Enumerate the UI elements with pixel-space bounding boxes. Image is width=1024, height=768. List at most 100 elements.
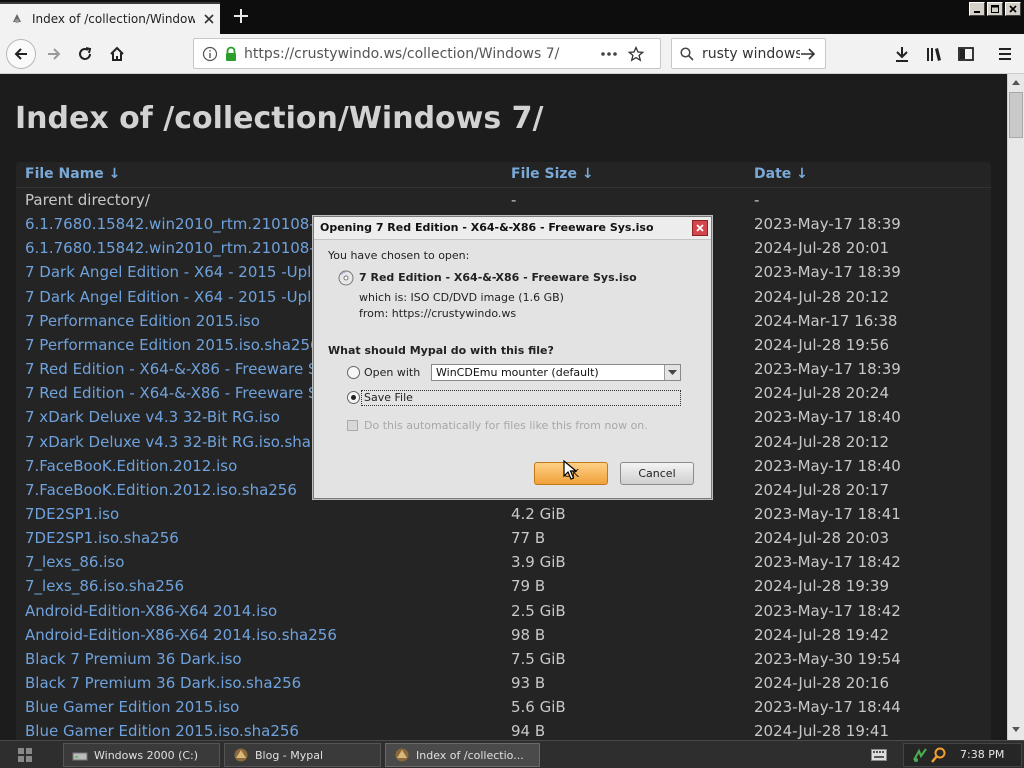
back-button[interactable] [6, 39, 36, 69]
search-bar[interactable]: rusty windows [671, 38, 826, 69]
mypal-browser-icon [394, 747, 410, 763]
file-date-cell: 2024-Jul-28 20:16 [754, 674, 890, 692]
file-size-cell: 5.6 GiB [511, 698, 566, 717]
vertical-scrollbar[interactable] [1007, 74, 1024, 740]
file-date-cell: 2024-Jul-28 20:03 [754, 529, 890, 548]
file-date-cell: 2023-May-17 18:42 [754, 553, 901, 572]
file-link[interactable]: 7DE2SP1.iso.sha256 [25, 529, 505, 547]
new-tab-button[interactable] [232, 7, 250, 25]
file-size-cell: 3.9 GiB [511, 553, 566, 572]
system-tray: 7:38 PM [903, 743, 1022, 767]
file-link[interactable]: Blue Gamer Edition 2015.iso [25, 698, 505, 716]
file-link[interactable]: 7_lexs_86.iso [25, 553, 505, 571]
table-row: Parent directory/- - [16, 189, 991, 213]
file-link[interactable]: Blue Gamer Edition 2015.iso.sha256 [25, 722, 505, 740]
dialog-titlebar[interactable]: Opening 7 Red Edition - X64-&-X86 - Free… [314, 217, 711, 240]
column-header-file-size[interactable]: File Size ↓ [511, 166, 594, 182]
file-date-cell: - [754, 191, 760, 209]
dialog-close-button[interactable] [692, 220, 708, 236]
maximize-button[interactable] [987, 2, 1003, 16]
table-row: Black 7 Premium 36 Dark.iso.sha256 93 B 20… [16, 672, 991, 696]
open-with-label[interactable]: Open with [364, 366, 420, 379]
url-text[interactable]: https://crustywindo.ws/collection/Window… [244, 46, 594, 62]
column-header-date[interactable]: Date ↓ [754, 166, 808, 182]
file-date-cell: 2023-May-17 18:40 [754, 456, 901, 475]
file-date-cell: 2023-May-17 18:42 [754, 601, 901, 620]
cancel-button[interactable]: Cancel [620, 462, 694, 485]
action-question: What should Mypal do with this file? [328, 344, 554, 357]
mypal-browser-icon [233, 747, 249, 763]
scroll-down-arrow-icon[interactable] [1008, 722, 1024, 738]
bookmark-star-icon[interactable] [628, 45, 644, 62]
table-row: Android-Edition-X86-X64 2014.iso.sha256 9… [16, 624, 991, 648]
taskbar-item-windows-2000[interactable]: Windows 2000 (C:) [63, 743, 220, 767]
table-row: 7_lexs_86.iso.sha256 79 B 2024-Jul-28 19:3… [16, 575, 991, 599]
file-source-info: from: https://crustywindo.ws [359, 307, 517, 320]
file-link[interactable]: Android-Edition-X86-X64 2014.iso [25, 602, 505, 620]
file-size-cell: 94 B [511, 722, 546, 740]
save-file-label[interactable]: Save File [364, 391, 413, 404]
file-type-info: which is: ISO CD/DVD image (1.6 GB) [359, 291, 564, 304]
secure-lock-icon[interactable] [224, 46, 238, 62]
auto-action-checkbox[interactable] [347, 420, 358, 431]
menu-hamburger-icon[interactable] [994, 43, 1016, 65]
parent-directory-link[interactable]: Parent directory/ [25, 191, 505, 209]
file-date-cell: 2024-Jul-28 20:24 [754, 384, 890, 403]
open-with-radio[interactable] [347, 366, 360, 379]
file-date-cell: 2023-May-17 18:39 [754, 360, 901, 379]
sidebar-icon[interactable] [955, 43, 977, 65]
save-file-radio[interactable] [347, 391, 360, 404]
download-filename: 7 Red Edition - X64-&-X86 - Freeware Sys… [359, 271, 637, 284]
start-menu-button[interactable] [14, 746, 36, 764]
forward-button[interactable] [39, 39, 69, 69]
table-row: 7DE2SP1.iso 4.2 GiB 2023-May-17 18:41 [16, 503, 991, 527]
file-date-cell: 2024-Jul-28 20:01 [754, 239, 890, 258]
table-row: Blue Gamer Edition 2015.iso.sha256 94 B 20… [16, 720, 991, 740]
table-row: Black 7 Premium 36 Dark.iso 7.5 GiB 2023-M… [16, 648, 991, 672]
taskbar-item-index-of-collection[interactable]: Index of /collectio... [385, 743, 540, 767]
tab-index-collection[interactable]: Index of /collection/Windows 7/ [0, 2, 220, 34]
file-date-cell: 2024-Jul-28 19:56 [754, 335, 890, 354]
search-icon [680, 46, 694, 61]
file-link[interactable]: Black 7 Premium 36 Dark.iso.sha256 [25, 674, 505, 692]
chevron-down-icon[interactable] [664, 365, 680, 380]
system-clock[interactable]: 7:38 PM [960, 748, 1004, 761]
library-icon[interactable] [923, 43, 945, 65]
file-size-cell: - [511, 191, 517, 209]
page-actions-icon[interactable] [600, 51, 618, 57]
search-input[interactable]: rusty windows [702, 46, 800, 62]
search-go-arrow-icon[interactable] [800, 47, 816, 61]
drive-icon [72, 747, 88, 763]
file-date-cell: 2024-Jul-28 20:12 [754, 287, 890, 306]
chosen-to-open-label: You have chosen to open: [328, 249, 470, 262]
file-link[interactable]: 7_lexs_86.iso.sha256 [25, 577, 505, 595]
keyboard-icon[interactable] [871, 749, 887, 761]
taskbar-item-blog-mypal[interactable]: Blog - Mypal [224, 743, 381, 767]
scroll-up-arrow-icon[interactable] [1008, 74, 1024, 90]
open-with-app-select[interactable]: WinCDEmu mounter (default) [431, 364, 681, 381]
info-icon[interactable] [202, 46, 218, 62]
download-dialog: Opening 7 Red Edition - X64-&-X86 - Free… [313, 216, 712, 499]
downloads-icon[interactable] [891, 43, 913, 65]
reload-button[interactable] [70, 39, 100, 69]
file-size-cell: 77 B [511, 529, 546, 548]
search-tray-icon[interactable] [931, 747, 947, 763]
file-link[interactable]: 7DE2SP1.iso [25, 505, 505, 523]
file-size-cell: 7.5 GiB [511, 649, 566, 668]
file-size-cell: 98 B [511, 625, 546, 644]
taskbar-item-label: Blog - Mypal [255, 748, 324, 762]
network-icon[interactable] [912, 747, 928, 763]
file-link[interactable]: Android-Edition-X86-X64 2014.iso.sha256 [25, 626, 505, 644]
home-button[interactable] [102, 39, 132, 69]
header-divider [16, 187, 991, 188]
tab-close-icon[interactable] [201, 11, 217, 27]
navigation-toolbar: https://crustywindo.ws/collection/Window… [0, 34, 1024, 74]
address-bar[interactable]: https://crustywindo.ws/collection/Window… [193, 38, 661, 69]
close-window-button[interactable] [1005, 2, 1021, 16]
scrollbar-thumb[interactable] [1009, 92, 1023, 138]
auto-action-label: Do this automatically for files like thi… [364, 419, 648, 432]
column-header-file-name[interactable]: File Name ↓ [25, 166, 120, 182]
minimize-button[interactable] [969, 2, 985, 16]
file-date-cell: 2024-Jul-28 19:42 [754, 625, 890, 644]
file-link[interactable]: Black 7 Premium 36 Dark.iso [25, 650, 505, 668]
